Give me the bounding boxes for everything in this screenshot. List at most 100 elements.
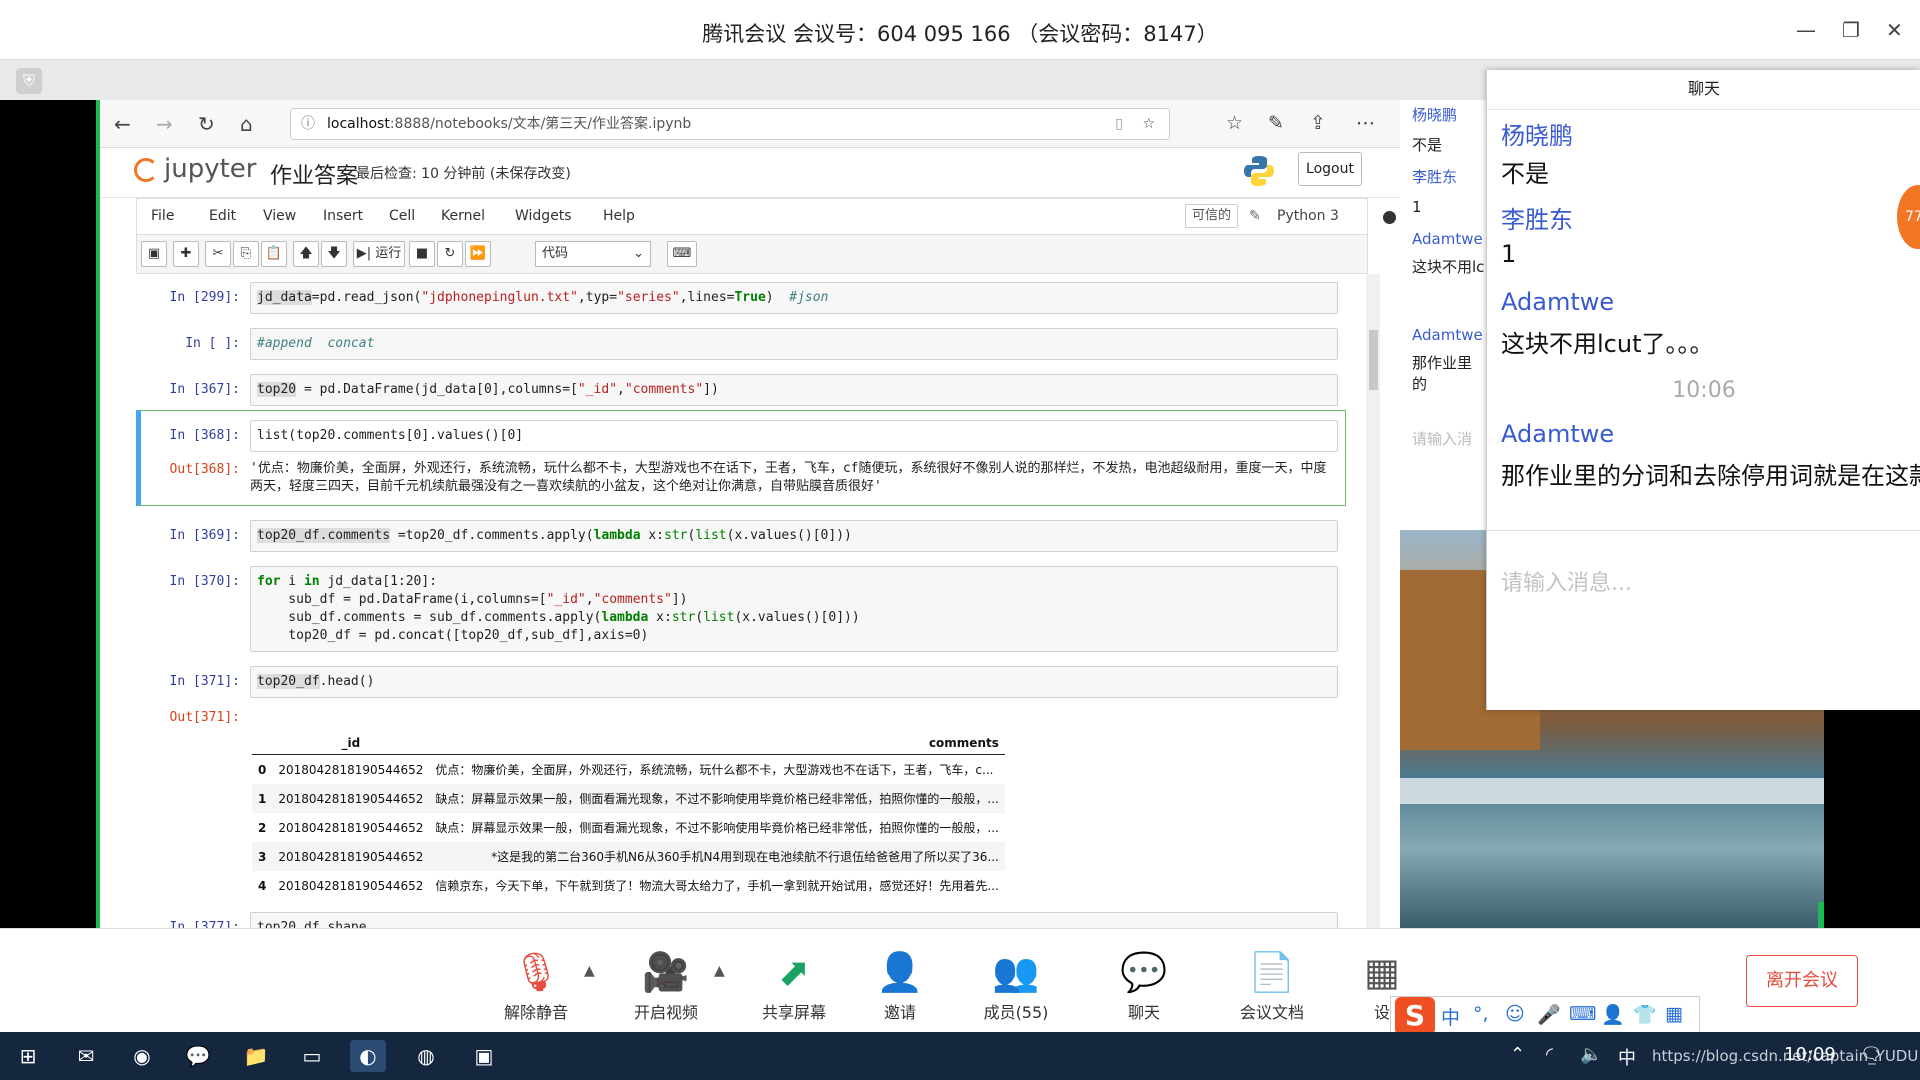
run-icon: ▶| [356,246,372,261]
index-header [252,732,273,755]
punctuation-icon[interactable]: °, [1473,1003,1489,1025]
toolbox-icon[interactable]: ▦ [1665,1003,1683,1025]
tencent-meeting-icon[interactable]: ◐ [350,1040,386,1072]
soft-keyboard-icon[interactable]: ⌨ [1569,1003,1596,1025]
logout-button[interactable]: Logout [1298,152,1362,186]
skin-icon[interactable]: 👕 [1633,1003,1657,1026]
menu-cell[interactable]: Cell [389,208,415,224]
code-editor[interactable]: list(top20.comments[0].values()[0] [250,420,1338,452]
share-screen-button[interactable]: ⬈ 共享屏幕 [744,949,844,1023]
menu-edit[interactable]: Edit [209,208,236,224]
meeting-docs-label: 会议文档 [1239,1003,1304,1022]
code-editor[interactable]: top20_df.head() [250,666,1338,698]
voice-icon[interactable]: 🎤 [1537,1003,1561,1026]
notification-icon[interactable]: 🗨 [1860,1044,1883,1065]
url-input[interactable]: ⓘ localhost:8888/notebooks/文本/第三天/作业答案.i… [290,108,1170,140]
table-row: 2 2018042818190544652 缺点：屏幕显示效果一般，侧面看漏光现象，… [252,813,1005,842]
menu-view[interactable]: View [263,208,296,224]
restart-icon[interactable]: ↻ [437,241,463,267]
menu-help[interactable]: Help [603,208,635,224]
meeting-docs-button[interactable]: 📄 会议文档 [1222,949,1322,1023]
ime-language[interactable]: 中 [1441,1003,1460,1030]
favorites-icon[interactable]: ☆ [1226,112,1243,134]
cell-type-select[interactable]: 代码 ⌄ [535,241,651,267]
mail-icon[interactable]: ✉ [68,1040,104,1072]
shield-icon[interactable]: ⛨ [16,68,42,94]
more-icon[interactable]: ⋯ [1356,112,1375,134]
audio-options-caret-icon[interactable]: ▲ [584,963,595,979]
leave-meeting-button[interactable]: 离开会议 [1746,955,1858,1007]
jupyter-logo[interactable]: jupyter [134,154,256,184]
keyboard-icon[interactable]: ⌨ [667,241,697,267]
pen-icon[interactable]: ✎ [1268,112,1284,134]
share-icon[interactable]: ⇪ [1310,112,1326,134]
column-header-id: _id [272,732,430,755]
move-up-icon[interactable]: 🡅 [293,241,319,267]
unmute-button[interactable]: 🎙 解除静音 [486,949,586,1023]
save-icon[interactable]: ▣ [141,241,167,267]
paste-icon[interactable]: 📋 [261,241,287,267]
file-explorer-icon[interactable]: 📁 [238,1040,274,1072]
info-icon[interactable]: ⓘ [301,109,315,139]
copy-icon[interactable]: ⎘ [233,241,259,267]
kernel-name: Python 3 [1277,208,1339,224]
tray-chevron-icon[interactable]: ⌃ [1510,1044,1525,1065]
cell-type-value: 代码 [542,246,569,261]
menu-file[interactable]: File [151,208,174,224]
volume-icon[interactable]: 🔈 [1580,1044,1602,1065]
jupyter-header: jupyter 作业答案 最后检查: 10 分钟前 (未保存改变) Logout [100,148,1400,198]
restore-button[interactable]: ❐ [1842,18,1860,42]
windows-start-icon[interactable]: ⊞ [10,1040,46,1072]
menu-kernel[interactable]: Kernel [441,208,485,224]
shared-chat-panel: 杨晓鹏 不是 李胜东 1 Adamtwe 这块不用lc Adamtwe 那作业里… [1400,100,1486,530]
notebook-name[interactable]: 作业答案 [270,158,358,190]
close-button[interactable]: ✕ [1886,18,1903,42]
video-label: 开启视频 [633,1003,698,1022]
emoji-icon[interactable]: ☺ [1505,1003,1525,1025]
input-prompt: In [367]: [169,382,240,397]
run-button[interactable]: ▶| 运行 [353,241,405,267]
video-options-caret-icon[interactable]: ▲ [714,963,725,979]
code-editor[interactable]: top20 = pd.DataFrame(jd_data[0],columns=… [250,374,1338,406]
code-editor[interactable]: top20_df.shape [250,912,1338,928]
minimize-button[interactable]: — [1796,18,1816,42]
restart-run-all-icon[interactable]: ⏩ [465,241,491,267]
code-editor[interactable]: for i in jd_data[1:20]: sub_df = pd.Data… [250,566,1338,652]
forward-icon[interactable]: → [156,112,173,136]
cut-icon[interactable]: ✂ [205,241,231,267]
refresh-icon[interactable]: ↻ [198,112,215,136]
menu-insert[interactable]: Insert [323,208,363,224]
reading-view-icon[interactable]: ▯ [1115,109,1123,139]
browser-icon[interactable]: ▣ [466,1040,502,1072]
scrollbar-thumb[interactable] [1369,330,1378,390]
row-id: 2018042818190544652 [272,842,430,871]
home-icon[interactable]: ⌂ [240,112,253,136]
back-icon[interactable]: ← [114,112,131,136]
video-button[interactable]: 🎥 开启视频 [616,949,716,1023]
chat-button[interactable]: 💬 聊天 [1094,949,1194,1023]
row-index: 2 [258,820,267,835]
taskbar-ime-language[interactable]: 中 [1618,1044,1636,1070]
ime-toolbar: S 中 °, ☺ 🎤 ⌨ 👤 👕 ▦ [1390,996,1700,1035]
members-button[interactable]: 👥 成员(55) [966,949,1066,1023]
chrome-icon[interactable]: ◉ [124,1040,160,1072]
code-editor[interactable]: #append concat [250,328,1338,360]
app-icon[interactable]: ◍ [408,1040,444,1072]
menu-widgets[interactable]: Widgets [515,208,572,224]
sogou-logo-icon[interactable]: S [1395,997,1435,1035]
code-editor[interactable]: jd_data=pd.read_json("jdphonepinglun.txt… [250,282,1338,314]
edit-pencil-icon[interactable]: ✎ [1249,208,1261,224]
wechat-icon[interactable]: 💬 [180,1040,216,1072]
move-down-icon[interactable]: 🡇 [321,241,347,267]
user-icon[interactable]: 👤 [1601,1003,1625,1026]
terminal-icon[interactable]: ▭ [294,1040,330,1072]
insert-cell-icon[interactable]: ✚ [173,241,199,267]
chat-input[interactable]: 请输入消息... [1487,530,1920,710]
notebook-scrollbar[interactable] [1367,274,1380,928]
trusted-indicator[interactable]: 可信的 [1185,204,1239,228]
favorite-star-icon[interactable]: ☆ [1142,109,1155,139]
invite-button[interactable]: 👤 邀请 [850,949,950,1023]
code-editor[interactable]: top20_df.comments =top20_df.comments.app… [250,520,1338,552]
stop-icon[interactable]: ■ [409,241,435,267]
network-icon[interactable]: ◜ [1546,1044,1553,1065]
